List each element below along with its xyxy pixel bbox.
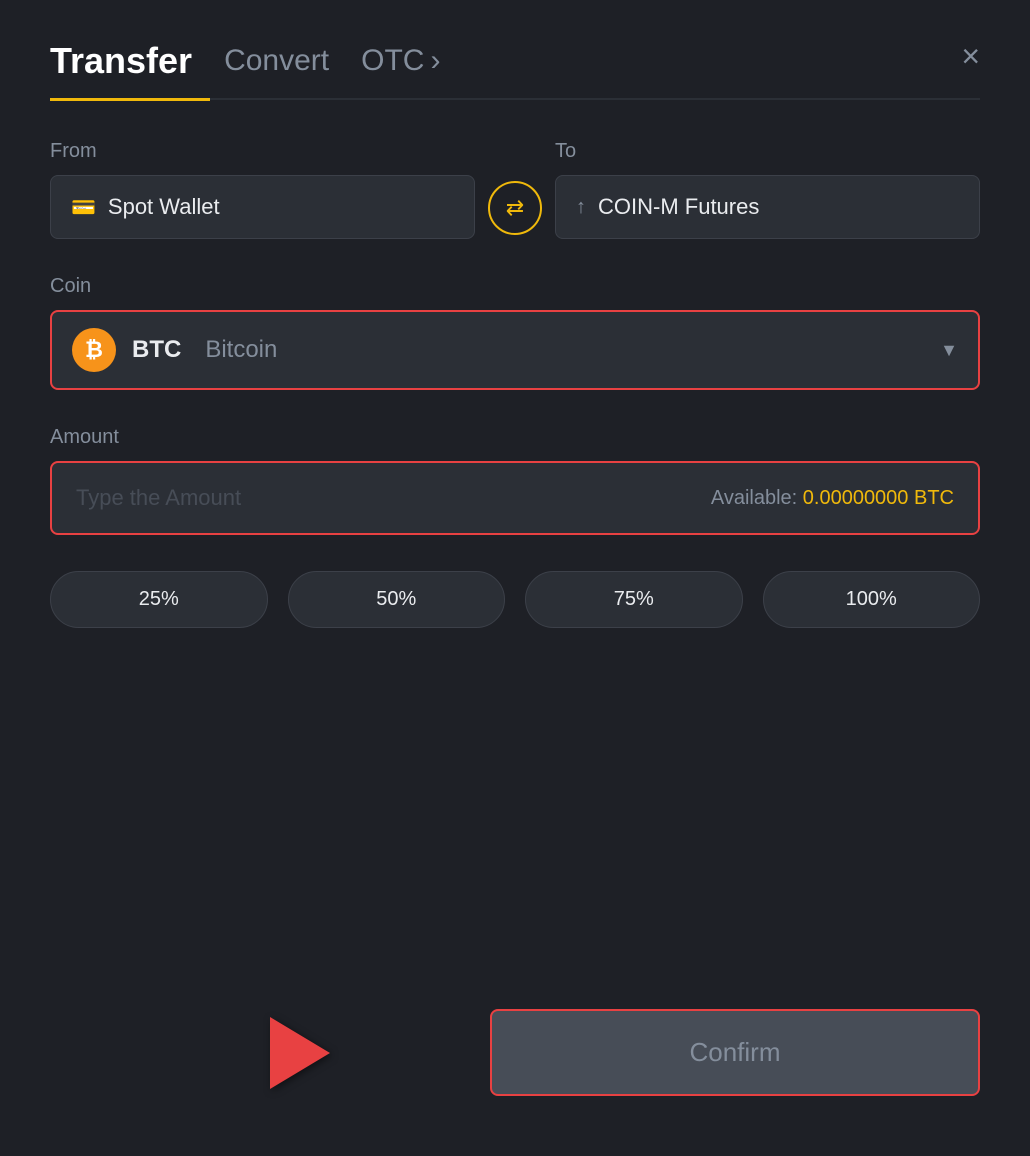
- amount-label: Amount: [50, 426, 980, 449]
- coin-section: Coin ₿ BTC Bitcoin ▼: [50, 275, 980, 390]
- swap-icon: ⇄: [506, 195, 524, 221]
- percent-row: 25% 50% 75% 100%: [50, 571, 980, 628]
- close-button[interactable]: ×: [961, 40, 980, 72]
- from-wallet-selector[interactable]: 💳 Spot Wallet: [50, 175, 475, 239]
- from-section: From 💳 Spot Wallet: [50, 140, 475, 239]
- tab-underline-active: [50, 98, 210, 101]
- percent-25-button[interactable]: 25%: [50, 571, 268, 628]
- coin-label: Coin: [50, 275, 980, 298]
- tab-transfer[interactable]: Transfer: [50, 40, 192, 98]
- wallet-card-icon: 💳: [71, 195, 96, 220]
- coin-full-name: Bitcoin: [205, 336, 277, 364]
- amount-section: Amount Type the Amount Available: 0.0000…: [50, 426, 980, 535]
- swap-button[interactable]: ⇄: [488, 181, 542, 235]
- btc-icon: ₿: [72, 328, 116, 372]
- from-label: From: [50, 140, 475, 163]
- available-value: 0.00000000 BTC: [803, 487, 954, 509]
- arrow-wrapper: [270, 1017, 330, 1089]
- swap-btn-wrapper: ⇄: [475, 181, 555, 239]
- to-wallet-name: COIN-M Futures: [598, 194, 759, 220]
- percent-100-button[interactable]: 100%: [763, 571, 981, 628]
- tab-convert[interactable]: Convert: [224, 44, 329, 94]
- transfer-modal: Transfer Convert OTC › × From 💳 Spot Wal…: [0, 0, 1030, 1156]
- confirm-button[interactable]: Confirm: [490, 1009, 980, 1096]
- bottom-area: Confirm: [50, 1009, 980, 1096]
- coin-selector[interactable]: ₿ BTC Bitcoin ▼: [50, 310, 980, 390]
- coin-symbol: BTC: [132, 336, 181, 364]
- to-label: To: [555, 140, 980, 163]
- amount-input-box[interactable]: Type the Amount Available: 0.00000000 BT…: [50, 461, 980, 535]
- percent-75-button[interactable]: 75%: [525, 571, 743, 628]
- amount-placeholder: Type the Amount: [76, 485, 241, 511]
- amount-available: Available: 0.00000000 BTC: [711, 487, 954, 510]
- percent-50-button[interactable]: 50%: [288, 571, 506, 628]
- arrow-icon: [270, 1017, 330, 1089]
- from-to-row: From 💳 Spot Wallet ⇄ To ↑ COIN-M Futures: [50, 140, 980, 239]
- futures-icon: ↑: [576, 196, 586, 219]
- tab-bar: Transfer Convert OTC › ×: [50, 40, 980, 98]
- to-section: To ↑ COIN-M Futures: [555, 140, 980, 239]
- to-wallet-selector[interactable]: ↑ COIN-M Futures: [555, 175, 980, 239]
- from-wallet-name: Spot Wallet: [108, 194, 220, 220]
- tab-otc[interactable]: OTC ›: [361, 44, 440, 94]
- tab-underline-row: [50, 98, 980, 100]
- available-label: Available:: [711, 487, 797, 509]
- coin-chevron-icon: ▼: [940, 340, 958, 361]
